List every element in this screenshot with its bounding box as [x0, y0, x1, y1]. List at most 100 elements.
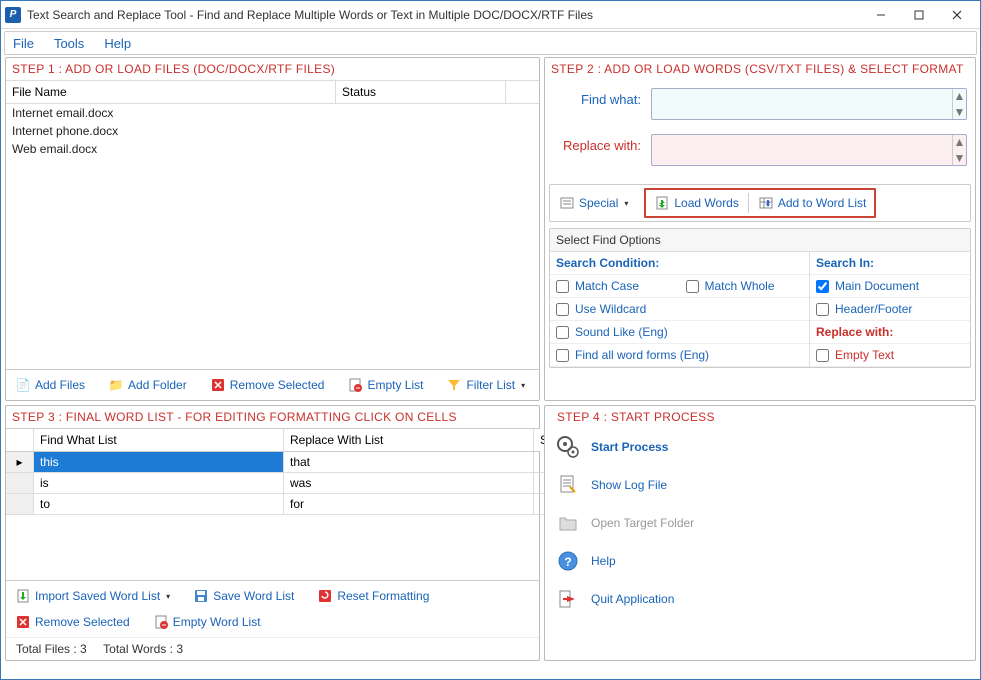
col-filename[interactable]: File Name — [6, 81, 336, 103]
special-button[interactable]: Special▾ — [552, 191, 635, 215]
menu-help[interactable]: Help — [104, 36, 131, 51]
replace-spinner[interactable]: ▲▼ — [952, 135, 966, 165]
empty-text-option[interactable]: Empty Text — [810, 344, 970, 367]
gear-icon — [555, 434, 581, 460]
find-spinner[interactable]: ▲▼ — [952, 89, 966, 119]
header-footer-label: Header/Footer — [835, 302, 912, 316]
load-words-button[interactable]: Load Words — [647, 191, 745, 215]
col-status[interactable]: Status — [336, 81, 506, 103]
add-folder-button[interactable]: 📁Add Folder — [101, 373, 194, 397]
close-button[interactable] — [938, 3, 976, 27]
empty-list-icon — [347, 377, 363, 393]
file-list[interactable]: Internet email.docx Internet phone.docx … — [6, 104, 539, 369]
col-find-what[interactable]: Find What List — [34, 429, 284, 451]
find-what-cell[interactable]: is — [34, 473, 284, 494]
folder-icon: 📁 — [108, 377, 124, 393]
minimize-button[interactable] — [862, 3, 900, 27]
find-options-panel: Select Find Options Search Condition: Ma… — [549, 228, 971, 368]
step2-title: STEP 2 : ADD OR LOAD WORDS (CSV/TXT FILE… — [545, 58, 975, 80]
sound-like-option[interactable]: Sound Like (Eng) — [550, 321, 809, 344]
find-all-forms-option[interactable]: Find all word forms (Eng) — [550, 344, 809, 367]
show-log-button[interactable]: Show Log File — [551, 466, 969, 504]
save-word-list-button[interactable]: Save Word List — [186, 584, 301, 608]
help-label: Help — [591, 554, 616, 568]
file-row[interactable]: Web email.docx — [6, 140, 539, 158]
start-process-button[interactable]: Start Process — [551, 428, 969, 466]
replace-with-cell[interactable]: was — [284, 473, 534, 494]
help-icon: ? — [555, 548, 581, 574]
dropdown-caret-icon: ▾ — [166, 592, 170, 601]
import-word-list-button[interactable]: Import Saved Word List▾ — [8, 584, 177, 608]
step1-panel: STEP 1 : ADD OR LOAD FILES (DOC/DOCX/RTF… — [5, 57, 540, 401]
remove-selected-word-button[interactable]: Remove Selected — [8, 610, 137, 634]
show-log-label: Show Log File — [591, 478, 667, 492]
find-what-cell[interactable]: to — [34, 494, 284, 515]
app-icon: P — [5, 7, 21, 23]
match-whole-option[interactable]: Match Whole — [680, 275, 810, 298]
titlebar: P Text Search and Replace Tool - Find an… — [1, 1, 980, 29]
match-case-option[interactable]: Match Case — [550, 275, 680, 298]
quit-button[interactable]: Quit Application — [551, 580, 969, 618]
add-to-word-list-button[interactable]: Add to Word List — [751, 191, 874, 215]
word-row[interactable]: is was — [6, 473, 539, 494]
replace-with-input[interactable] — [652, 135, 952, 165]
save-icon — [193, 588, 209, 604]
open-target-folder-button[interactable]: Open Target Folder — [551, 504, 969, 542]
header-footer-checkbox[interactable] — [816, 303, 829, 316]
step4-title: STEP 4 : START PROCESS — [551, 406, 969, 428]
help-button[interactable]: ? Help — [551, 542, 969, 580]
add-file-icon: 📄 — [15, 377, 31, 393]
main-document-option[interactable]: Main Document — [810, 275, 970, 298]
use-wildcard-checkbox[interactable] — [556, 303, 569, 316]
load-words-label: Load Words — [674, 196, 738, 210]
maximize-button[interactable] — [900, 3, 938, 27]
header-footer-option[interactable]: Header/Footer — [810, 298, 970, 321]
special-label: Special — [579, 196, 618, 210]
step3-toolbar: Import Saved Word List▾ Save Word List R… — [6, 580, 539, 637]
find-what-input[interactable] — [652, 89, 952, 119]
word-row[interactable]: ▸ this that — [6, 452, 539, 473]
import-icon — [15, 588, 31, 604]
match-whole-checkbox[interactable] — [686, 280, 699, 293]
find-options-title: Select Find Options — [550, 229, 970, 252]
exit-icon — [555, 586, 581, 612]
word-row[interactable]: to for — [6, 494, 539, 515]
match-case-checkbox[interactable] — [556, 280, 569, 293]
add-word-icon — [758, 195, 774, 211]
reset-formatting-button[interactable]: Reset Formatting — [310, 584, 436, 608]
main-document-checkbox[interactable] — [816, 280, 829, 293]
empty-word-list-button[interactable]: Empty Word List — [146, 610, 268, 634]
row-selector-icon[interactable]: ▸ — [6, 452, 34, 473]
menu-file[interactable]: File — [13, 36, 34, 51]
replace-with-cell[interactable]: that — [284, 452, 534, 473]
remove-icon — [15, 614, 31, 630]
col-replace-with[interactable]: Replace With List — [284, 429, 534, 451]
filter-list-button[interactable]: Filter List▾ — [439, 373, 532, 397]
dropdown-caret-icon: ▾ — [521, 381, 525, 390]
status-line: Total Files : 3 Total Words : 3 — [6, 637, 539, 660]
total-words-label: Total Words : — [103, 642, 173, 656]
open-target-label: Open Target Folder — [591, 516, 694, 530]
file-row[interactable]: Internet phone.docx — [6, 122, 539, 140]
file-row[interactable]: Internet email.docx — [6, 104, 539, 122]
empty-list-button[interactable]: Empty List — [340, 373, 430, 397]
add-files-button[interactable]: 📄Add Files — [8, 373, 92, 397]
word-list[interactable]: ▸ this that is was to for — [6, 452, 539, 515]
quit-label: Quit Application — [591, 592, 674, 606]
find-what-cell[interactable]: this — [34, 452, 284, 473]
remove-label: Remove Selected — [35, 615, 130, 629]
step4-panel: STEP 4 : START PROCESS Start Process Sho… — [544, 405, 976, 661]
empty-text-checkbox[interactable] — [816, 349, 829, 362]
find-all-forms-label: Find all word forms (Eng) — [575, 348, 709, 362]
menubar: File Tools Help — [4, 31, 977, 55]
find-all-forms-checkbox[interactable] — [556, 349, 569, 362]
menu-tools[interactable]: Tools — [54, 36, 84, 51]
maximize-icon — [914, 10, 924, 20]
add-to-word-list-label: Add to Word List — [778, 196, 867, 210]
remove-selected-label: Remove Selected — [230, 378, 325, 392]
sound-like-checkbox[interactable] — [556, 326, 569, 339]
use-wildcard-option[interactable]: Use Wildcard — [550, 298, 809, 321]
replace-with-cell[interactable]: for — [284, 494, 534, 515]
remove-selected-button[interactable]: Remove Selected — [203, 373, 332, 397]
step2-panel: STEP 2 : ADD OR LOAD WORDS (CSV/TXT FILE… — [544, 57, 976, 401]
